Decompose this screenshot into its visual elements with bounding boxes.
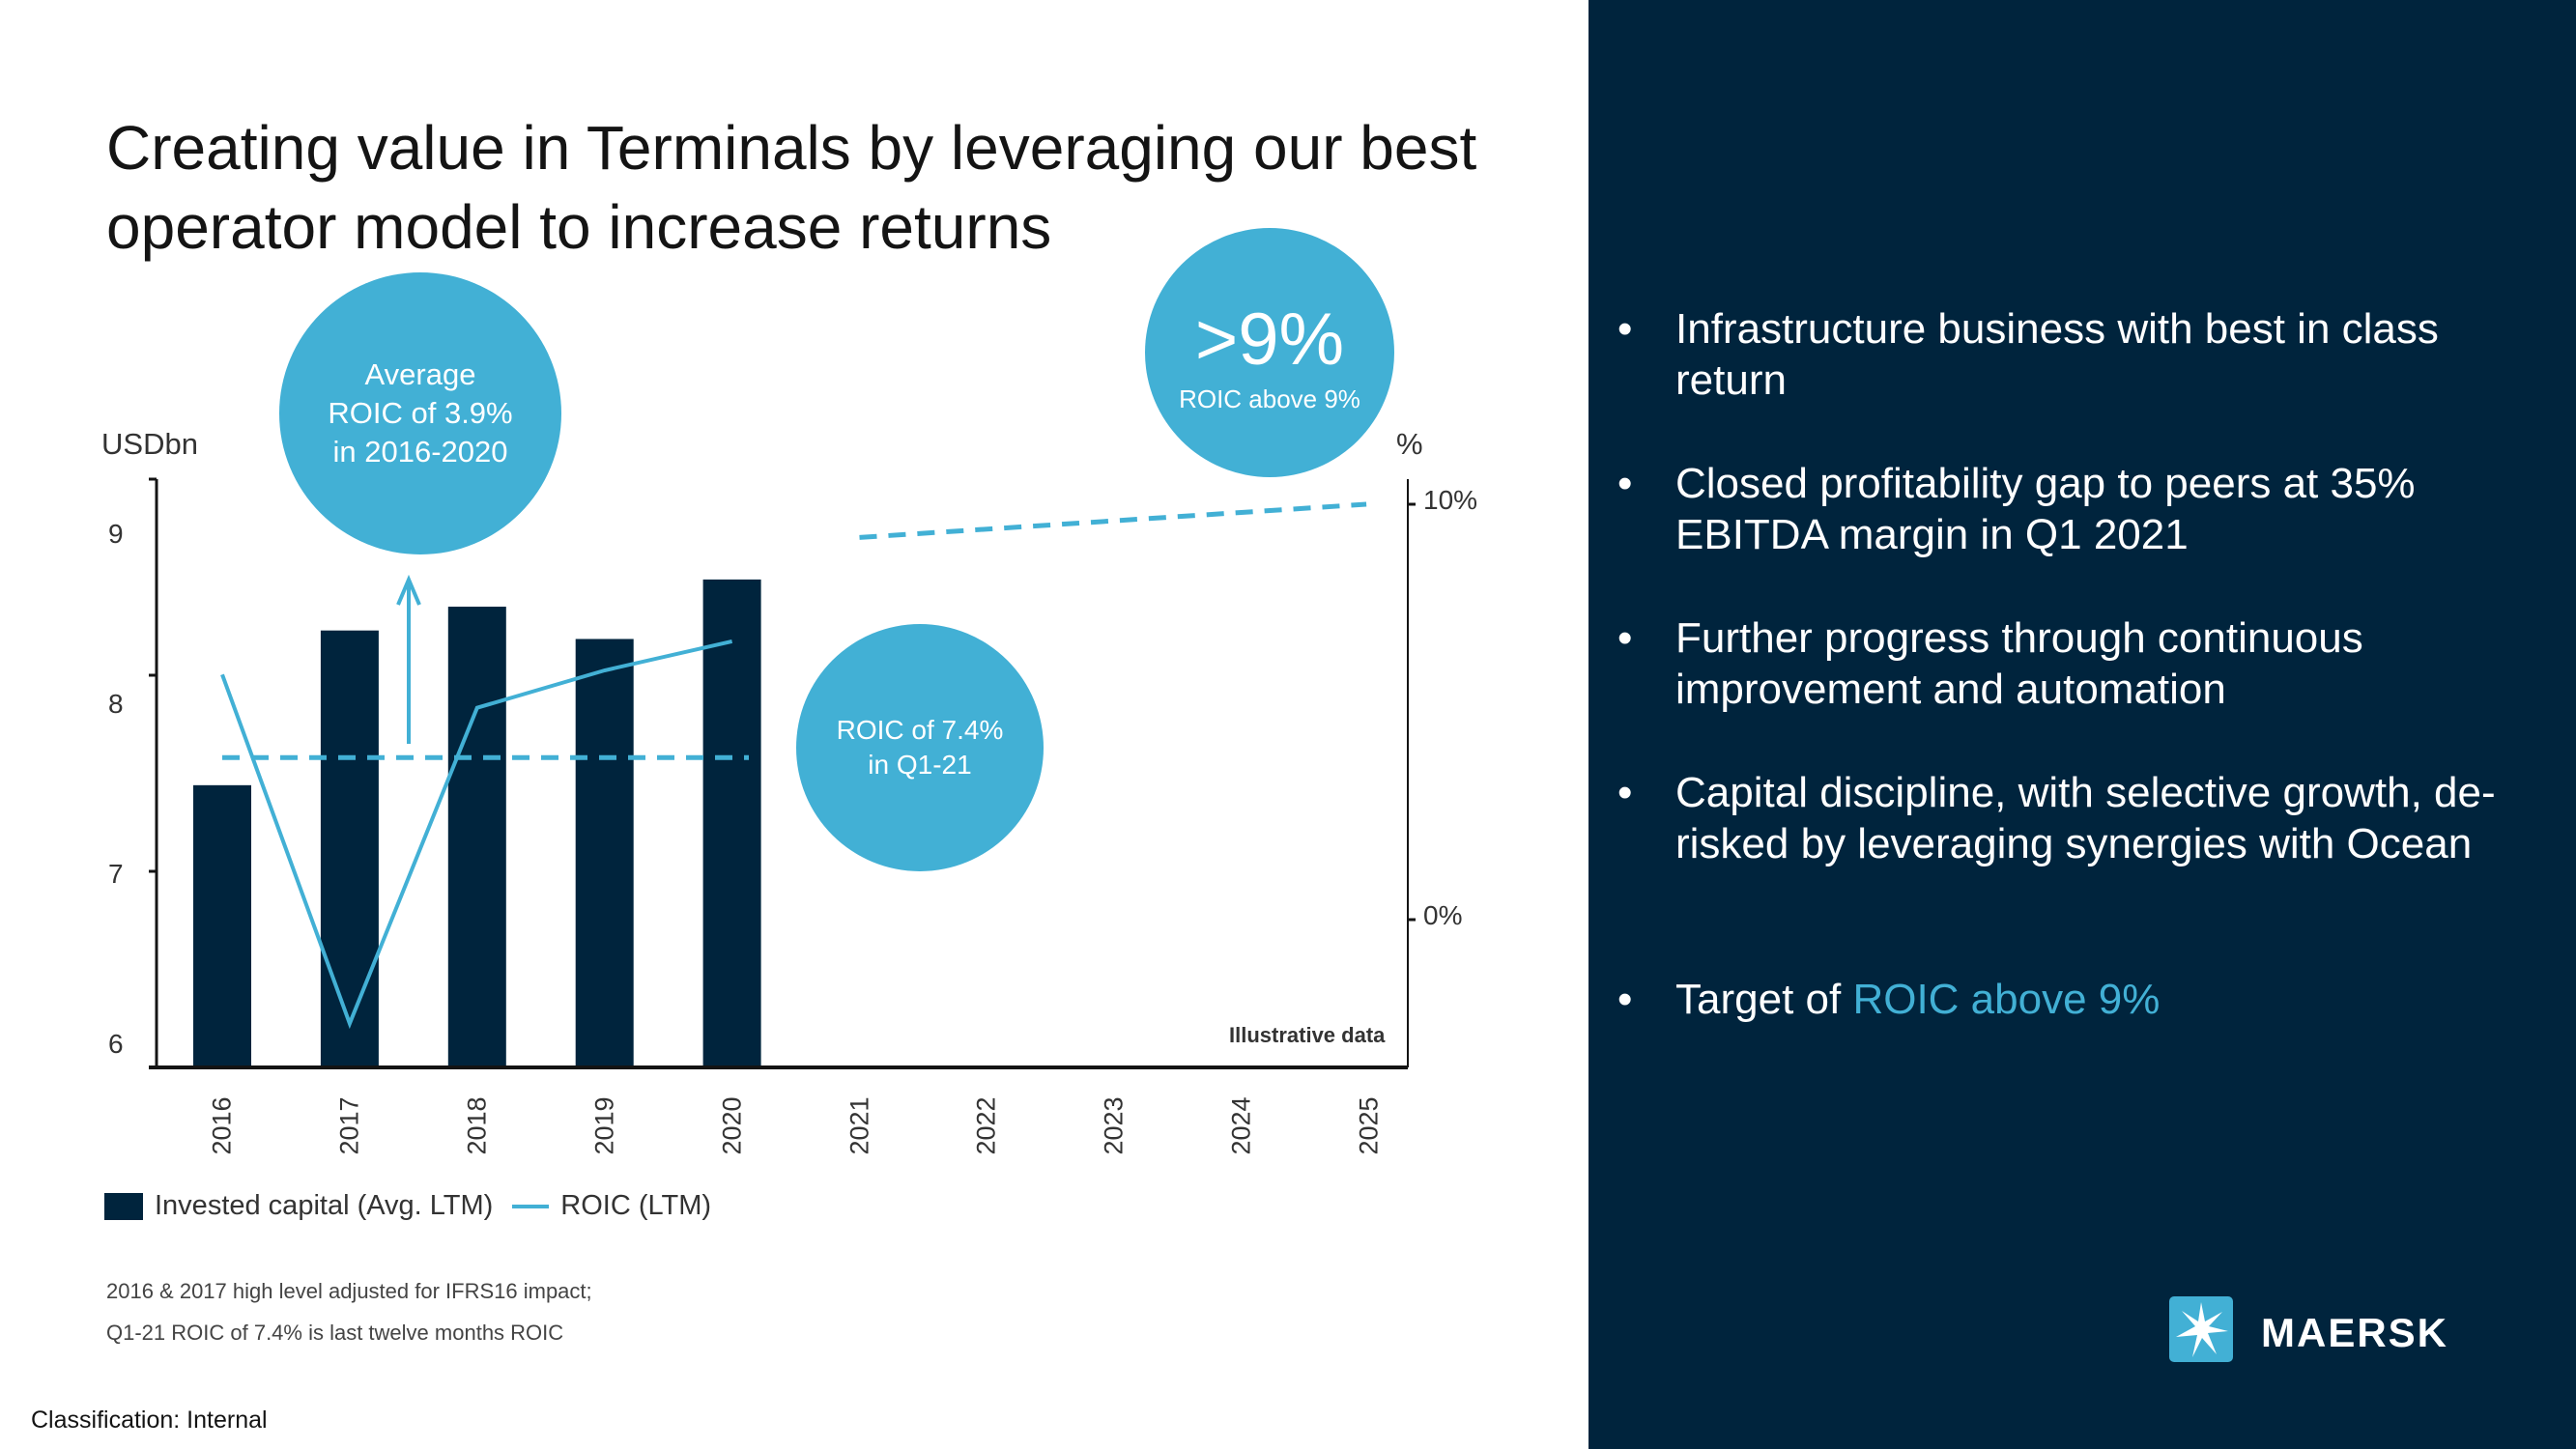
footnote-2: Q1-21 ROIC of 7.4% is last twelve months… bbox=[106, 1321, 564, 1345]
x-tick-label-2016: 2016 bbox=[207, 1096, 237, 1155]
reference-line-1 bbox=[859, 501, 1367, 540]
bar-2020 bbox=[702, 579, 761, 1067]
x-tick-label-2018: 2018 bbox=[462, 1096, 492, 1155]
bar-2019 bbox=[575, 639, 634, 1067]
bullet-item: • Infrastructure business with best in cl… bbox=[1617, 303, 2506, 406]
x-tick-label-2024: 2024 bbox=[1226, 1096, 1256, 1155]
legend: Invested capital (Avg. LTM) ROIC (LTM) bbox=[104, 1190, 711, 1222]
legend-swatch-line bbox=[512, 1204, 550, 1208]
bullet-item: • Target of ROIC above 9% bbox=[1617, 974, 2506, 1025]
bullet-text: Closed profitability gap to peers at 35%… bbox=[1675, 460, 2416, 558]
bullet-text: Further progress through continuous impr… bbox=[1675, 614, 2363, 713]
bullet-icon: • bbox=[1617, 769, 1633, 816]
x-tick-label-2023: 2023 bbox=[1099, 1096, 1129, 1155]
illustrative-note: Illustrative data bbox=[1229, 1023, 1386, 1047]
legend-swatch-bar bbox=[104, 1192, 143, 1220]
y-tick-label-7: 7 bbox=[108, 859, 124, 889]
q1-roic-callout: ROIC of 7.4% in Q1-21 bbox=[796, 624, 1044, 871]
bar-2017 bbox=[320, 630, 379, 1067]
y-tick-label-9: 9 bbox=[108, 519, 124, 549]
bullet-text: Target of bbox=[1675, 976, 1853, 1023]
y-tick-label-6: 6 bbox=[108, 1029, 124, 1059]
average-roic-callout: Average ROIC of 3.9% in 2016-2020 bbox=[279, 272, 561, 554]
classification-label: Classification: Internal bbox=[31, 1406, 268, 1434]
footnote-1: 2016 & 2017 high level adjusted for IFRS… bbox=[106, 1279, 592, 1303]
y-tick-label-8: 8 bbox=[108, 689, 124, 719]
right-panel: • Infrastructure business with best in cl… bbox=[1589, 0, 2576, 1449]
target-roic-callout: >9% ROIC above 9% bbox=[1145, 228, 1394, 477]
bullet-text: Capital discipline, with selective growt… bbox=[1675, 769, 2496, 867]
average-roic-text: Average ROIC of 3.9% in 2016-2020 bbox=[328, 357, 513, 469]
x-tick-label-2022: 2022 bbox=[971, 1096, 1001, 1155]
x-tick-label-2021: 2021 bbox=[844, 1096, 873, 1155]
bullet-icon: • bbox=[1617, 460, 1633, 507]
legend-item-roic: ROIC (LTM) bbox=[560, 1190, 712, 1221]
bar-2018 bbox=[447, 607, 506, 1067]
maersk-logo-text: MAERSK bbox=[2261, 1310, 2449, 1355]
q1-roic-text: ROIC of 7.4% in Q1-21 bbox=[836, 715, 1004, 780]
legend-item-invested-capital: Invested capital (Avg. LTM) bbox=[155, 1190, 494, 1221]
x-tick-label-2020: 2020 bbox=[717, 1096, 747, 1155]
target-roic-big: >9% bbox=[1194, 298, 1345, 381]
bullet-text: Infrastructure business with best in cla… bbox=[1675, 305, 2439, 404]
bullet-highlight: ROIC above 9% bbox=[1852, 976, 2161, 1023]
target-roic-small: ROIC above 9% bbox=[1179, 384, 1360, 413]
bar-2016 bbox=[193, 784, 251, 1067]
maersk-star-icon bbox=[2169, 1296, 2233, 1362]
chart-plot bbox=[149, 477, 1416, 1069]
bullet-item: • Further progress through continuous imp… bbox=[1617, 612, 2506, 715]
bullet-item: • Capital discipline, with selective grow… bbox=[1617, 767, 2506, 869]
bullet-icon: • bbox=[1617, 614, 1633, 662]
x-tick-label-2019: 2019 bbox=[589, 1096, 619, 1155]
bullet-item: • Closed profitability gap to peers at 35… bbox=[1617, 458, 2506, 560]
y2-tick-label-1: 10% bbox=[1423, 485, 1478, 515]
x-tick-label-2025: 2025 bbox=[1354, 1096, 1384, 1155]
x-tick-label-2017: 2017 bbox=[334, 1096, 364, 1155]
y2-tick-label-0: 0% bbox=[1423, 900, 1463, 930]
bullet-icon: • bbox=[1617, 305, 1633, 353]
bullet-icon: • bbox=[1617, 976, 1633, 1023]
